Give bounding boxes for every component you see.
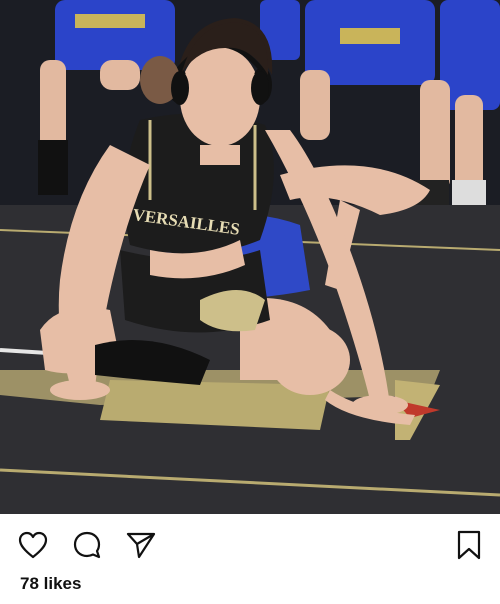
heart-icon	[18, 531, 48, 559]
post-photo[interactable]: VERSAILLES	[0, 0, 500, 514]
post-action-bar	[0, 514, 500, 572]
paper-plane-icon	[126, 532, 156, 559]
share-button[interactable]	[124, 528, 158, 562]
like-button[interactable]	[16, 528, 50, 562]
bookmark-icon	[457, 530, 481, 560]
wrestling-photo: VERSAILLES	[0, 0, 500, 514]
instagram-post: VERSAILLES 78 likes	[0, 0, 500, 604]
likes-count[interactable]: 78 likes	[20, 574, 81, 594]
comment-button[interactable]	[70, 528, 104, 562]
save-button[interactable]	[452, 528, 486, 562]
comment-bubble-icon	[73, 531, 101, 559]
